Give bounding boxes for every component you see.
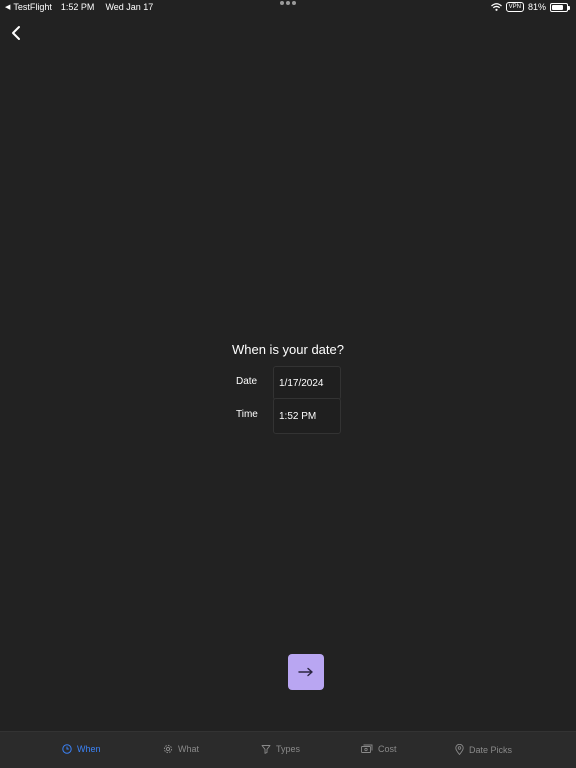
battery-fill (552, 4, 564, 10)
status-time: 1:52 PM (60, 2, 95, 12)
status-bar: ◀ TestFlight 1:52 PM Wed Jan 17 VPN 81% (0, 0, 576, 16)
status-left: ◀ TestFlight 1:52 PM Wed Jan 17 (5, 2, 153, 12)
tab-cost-label: Cost (378, 744, 397, 754)
tab-cost[interactable]: Cost (361, 744, 397, 754)
battery-icon (550, 2, 570, 12)
time-picker-field[interactable]: 1:52 PM (273, 398, 341, 434)
chevron-left-icon (12, 26, 20, 40)
back-app-label[interactable]: TestFlight (13, 2, 52, 12)
tab-date-picks[interactable]: Date Picks (455, 744, 512, 755)
tab-types[interactable]: Types (261, 744, 300, 754)
tab-types-label: Types (276, 744, 301, 754)
tab-when[interactable]: When (62, 744, 101, 754)
next-button[interactable] (288, 654, 324, 690)
form-title: When is your date? (231, 342, 344, 357)
arrow-right-icon (298, 667, 313, 677)
time-value: 1:52 PM (279, 410, 317, 422)
back-button[interactable] (6, 22, 26, 44)
wifi-icon (490, 3, 502, 11)
date-picker-field[interactable]: 1/17/2024 (273, 366, 341, 400)
tab-what-label: What (178, 744, 200, 754)
tab-bar: When What Types Cost Date Picks (0, 731, 576, 768)
app-screen: ◀ TestFlight 1:52 PM Wed Jan 17 VPN 81% (0, 0, 576, 768)
multitasking-dots-icon[interactable] (280, 1, 296, 5)
tab-date-picks-label: Date Picks (469, 744, 513, 755)
tab-when-label: When (77, 744, 101, 754)
battery-percent: 81% (527, 2, 546, 12)
date-value: 1/17/2024 (279, 377, 324, 389)
status-right: VPN 81% (490, 2, 570, 12)
gear-icon (163, 744, 173, 754)
vpn-badge: VPN (505, 2, 524, 12)
tab-what[interactable]: What (163, 744, 199, 754)
status-date: Wed Jan 17 (105, 2, 154, 12)
pin-icon (455, 744, 464, 755)
back-to-app-icon[interactable]: ◀ (5, 3, 10, 11)
clock-icon (62, 744, 72, 754)
date-label: Date (236, 376, 258, 387)
money-icon (361, 744, 373, 753)
filter-icon (261, 745, 271, 754)
time-label: Time (236, 409, 258, 420)
